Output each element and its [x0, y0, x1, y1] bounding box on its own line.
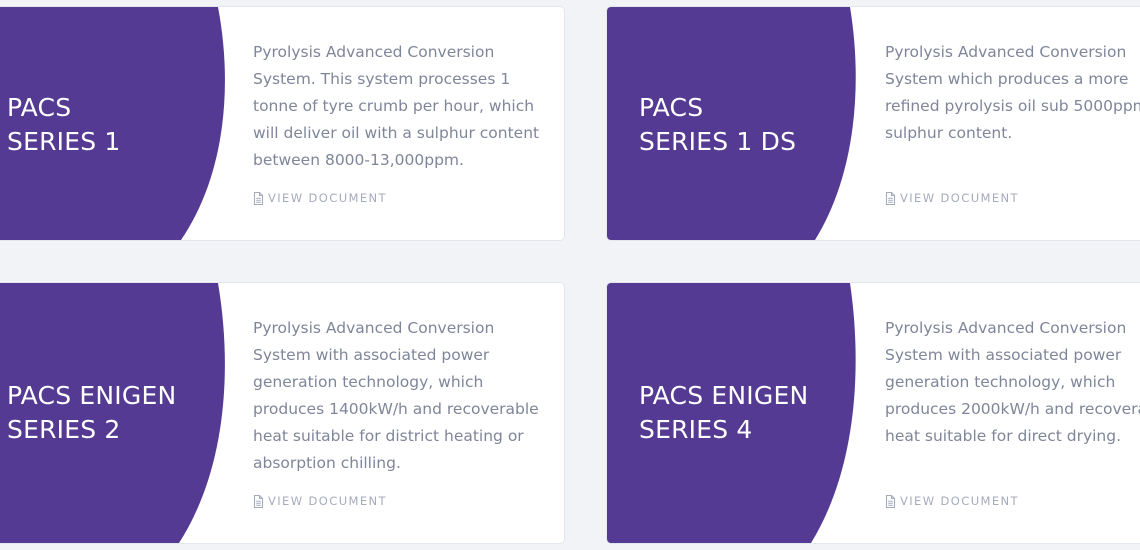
- view-document-label: VIEW DOCUMENT: [268, 494, 387, 508]
- description-line: System with associated power: [885, 346, 1122, 364]
- product-title: PACS SERIES 1: [7, 91, 121, 159]
- view-document-label: VIEW DOCUMENT: [900, 494, 1019, 508]
- description-line: heat suitable for direct drying.: [885, 427, 1122, 445]
- view-document-link[interactable]: VIEW DOCUMENT: [885, 191, 1019, 205]
- product-card-pacs-series-1-ds: PACS SERIES 1 DS Pyrolysis Advanced Conv…: [606, 6, 1140, 241]
- product-title-line: SERIES 4: [639, 415, 753, 444]
- view-document-link[interactable]: VIEW DOCUMENT: [253, 494, 387, 508]
- description-line: produces 2000kW/h and recovera: [885, 400, 1140, 418]
- description-line: System which produces a more: [885, 70, 1129, 88]
- product-title-line: PACS: [639, 93, 704, 122]
- product-title-line: SERIES 1 DS: [639, 127, 797, 156]
- description-line: System with associated power: [253, 346, 490, 364]
- description-line: will deliver oil with a sulphur content: [253, 124, 540, 142]
- view-document-label: VIEW DOCUMENT: [268, 191, 387, 205]
- product-title-line: PACS: [7, 93, 72, 122]
- view-document-link[interactable]: VIEW DOCUMENT: [885, 494, 1019, 508]
- description-line: sulphur content.: [885, 124, 1013, 142]
- product-title-line: PACS ENIGEN: [639, 381, 809, 410]
- product-card-pacs-enigen-series-4: PACS ENIGEN SERIES 4 Pyrolysis Advanced …: [606, 282, 1140, 544]
- description-line: refined pyrolysis oil sub 5000ppm: [885, 97, 1140, 115]
- document-icon: [885, 191, 896, 205]
- description-line: tonne of tyre crumb per hour, which: [253, 97, 535, 115]
- description-line: System. This system processes 1: [253, 70, 511, 88]
- view-document-link[interactable]: VIEW DOCUMENT: [253, 191, 387, 205]
- description-line: produces 1400kW/h and recoverable: [253, 400, 539, 418]
- document-icon: [253, 191, 264, 205]
- product-title-line: PACS ENIGEN: [7, 381, 177, 410]
- description-line: Pyrolysis Advanced Conversion: [253, 43, 495, 61]
- product-description: Pyrolysis Advanced Conversion System whi…: [885, 39, 1140, 147]
- description-line: generation technology, which: [253, 373, 484, 391]
- document-icon: [253, 494, 264, 508]
- view-document-label: VIEW DOCUMENT: [900, 191, 1019, 205]
- description-line: Pyrolysis Advanced Conversion: [885, 319, 1127, 337]
- description-line: absorption chilling.: [253, 454, 401, 472]
- product-title: PACS SERIES 1 DS: [639, 91, 796, 159]
- product-title: PACS ENIGEN SERIES 2: [7, 379, 176, 447]
- product-description: Pyrolysis Advanced Conversion System wit…: [253, 315, 539, 477]
- product-title-line: SERIES 1: [7, 127, 121, 156]
- product-description: Pyrolysis Advanced Conversion System wit…: [885, 315, 1140, 450]
- product-description: Pyrolysis Advanced Conversion System. Th…: [253, 39, 539, 174]
- description-line: between 8000-13,000ppm.: [253, 151, 464, 169]
- product-card-pacs-enigen-series-2: PACS ENIGEN SERIES 2 Pyrolysis Advanced …: [0, 282, 565, 544]
- product-card-pacs-series-1: PACS SERIES 1 Pyrolysis Advanced Convers…: [0, 6, 565, 241]
- product-title: PACS ENIGEN SERIES 4: [639, 379, 808, 447]
- description-line: heat suitable for district heating or: [253, 427, 524, 445]
- product-title-line: SERIES 2: [7, 415, 121, 444]
- document-icon: [885, 494, 896, 508]
- description-line: generation technology, which: [885, 373, 1116, 391]
- description-line: Pyrolysis Advanced Conversion: [253, 319, 495, 337]
- description-line: Pyrolysis Advanced Conversion: [885, 43, 1127, 61]
